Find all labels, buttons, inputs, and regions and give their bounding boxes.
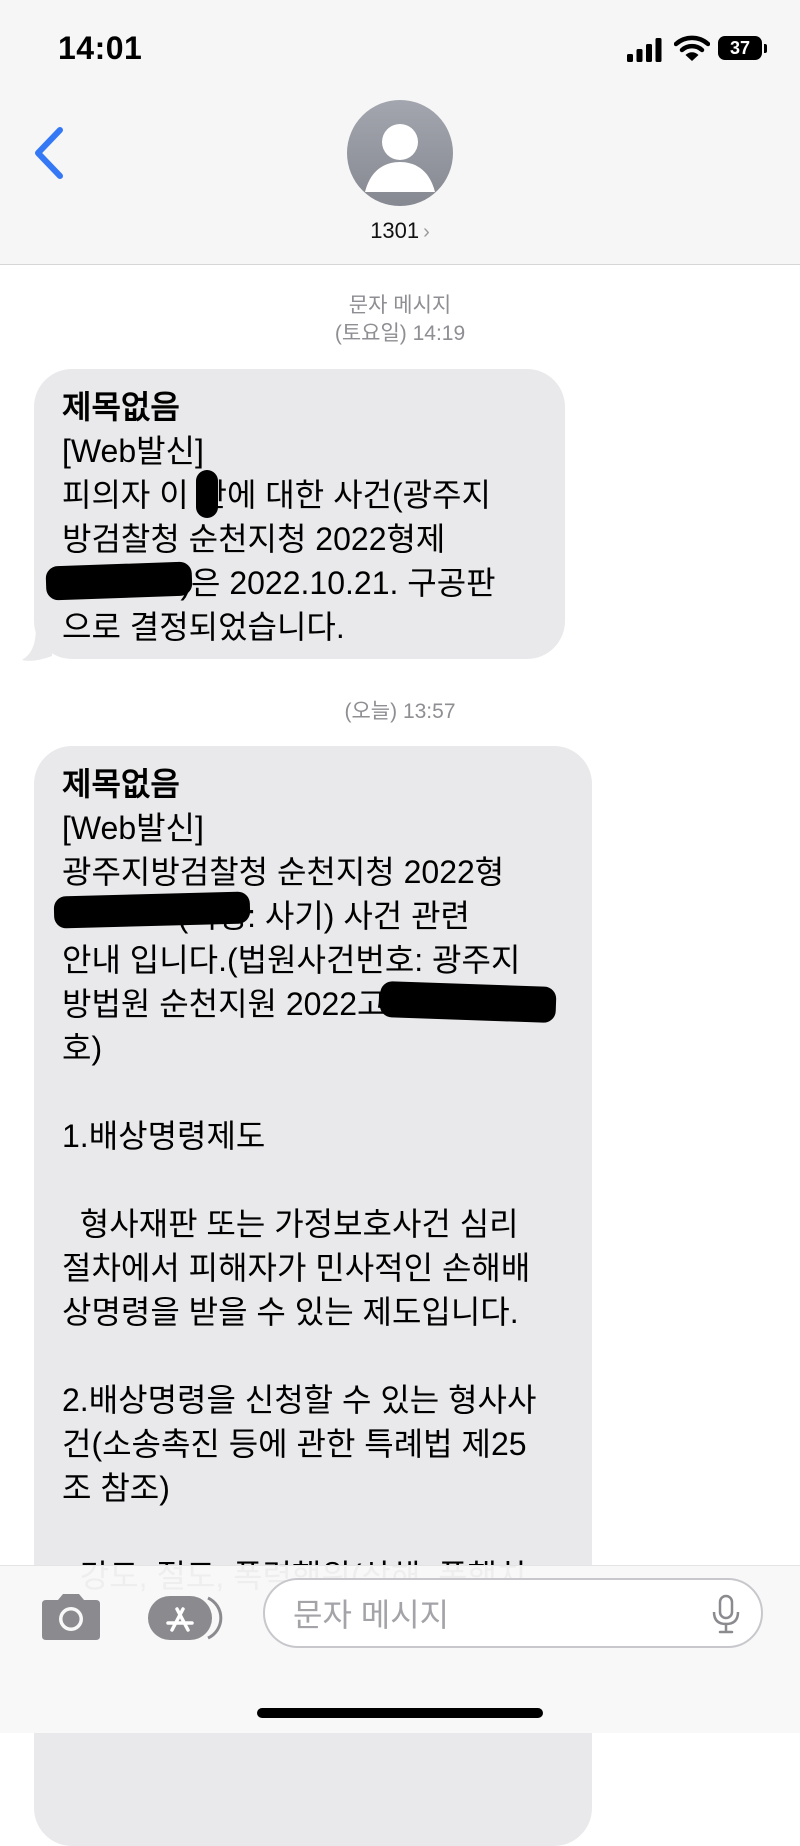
- message-subject: 제목없음: [62, 766, 180, 802]
- redaction-mark: [53, 891, 251, 929]
- timestamp-group: 문자 메시지 (토요일) 14:19: [0, 292, 800, 348]
- camera-icon[interactable]: [38, 1592, 104, 1642]
- contact-name: 1301: [370, 218, 420, 243]
- battery-level: 37: [718, 36, 762, 60]
- timestamp: (토요일) 14:19: [334, 322, 466, 345]
- person-icon: [365, 124, 435, 192]
- conversation-header: 14:01 37 1301 ›: [0, 0, 800, 265]
- back-chevron-icon[interactable]: [30, 124, 70, 182]
- redaction-mark: [45, 561, 193, 601]
- app-store-icon[interactable]: [148, 1594, 228, 1642]
- chevron-right-icon: ›: [423, 221, 430, 243]
- message-input-field[interactable]: [263, 1578, 763, 1648]
- message-subject: 제목없음: [62, 389, 180, 425]
- contact-name-link[interactable]: 1301 ›: [0, 218, 800, 244]
- bubble-tail: [22, 626, 52, 661]
- status-time: 14:01: [58, 30, 143, 66]
- message-input[interactable]: [291, 1592, 675, 1638]
- message-body: [Web발신] 피의자 이 찬에 대한 사건(광주지 방검찰청 순천지청 202…: [62, 433, 496, 645]
- message-bubble[interactable]: 제목없음 [Web발신] 피의자 이 찬에 대한 사건(광주지 방검찰청 순천지청…: [34, 369, 565, 659]
- contact-avatar[interactable]: [347, 100, 453, 206]
- redaction-mark: [196, 470, 218, 518]
- home-indicator: [257, 1708, 543, 1718]
- redaction-mark: [379, 980, 557, 1024]
- message-input-bar: [0, 1565, 800, 1733]
- battery-icon: 37: [718, 36, 768, 62]
- timestamp: (오늘) 13:57: [344, 700, 456, 723]
- message-type-label: 문자 메시지: [348, 294, 452, 317]
- wifi-icon: [674, 35, 710, 61]
- cellular-signal-icon: [627, 38, 662, 62]
- microphone-icon[interactable]: [711, 1594, 741, 1634]
